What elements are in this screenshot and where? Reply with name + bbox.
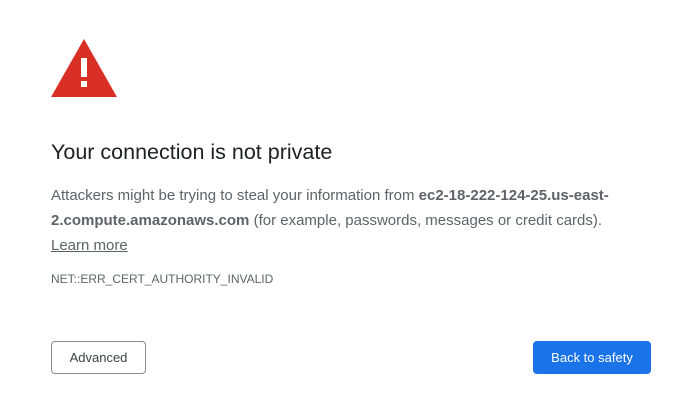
message-suffix: (for example, passwords, messages or cre… [249, 212, 603, 229]
advanced-button[interactable]: Advanced [51, 341, 146, 374]
learn-more-link[interactable]: Learn more [51, 237, 128, 254]
page-title: Your connection is not private [51, 140, 333, 164]
message-prefix: Attackers might be trying to steal your … [51, 187, 419, 204]
privacy-error-page: Your connection is not private Attackers… [0, 0, 697, 407]
error-message: Attackers might be trying to steal your … [51, 183, 651, 258]
warning-triangle-icon [51, 39, 117, 97]
error-code: NET::ERR_CERT_AUTHORITY_INVALID [51, 272, 274, 286]
back-to-safety-button[interactable]: Back to safety [533, 341, 651, 374]
